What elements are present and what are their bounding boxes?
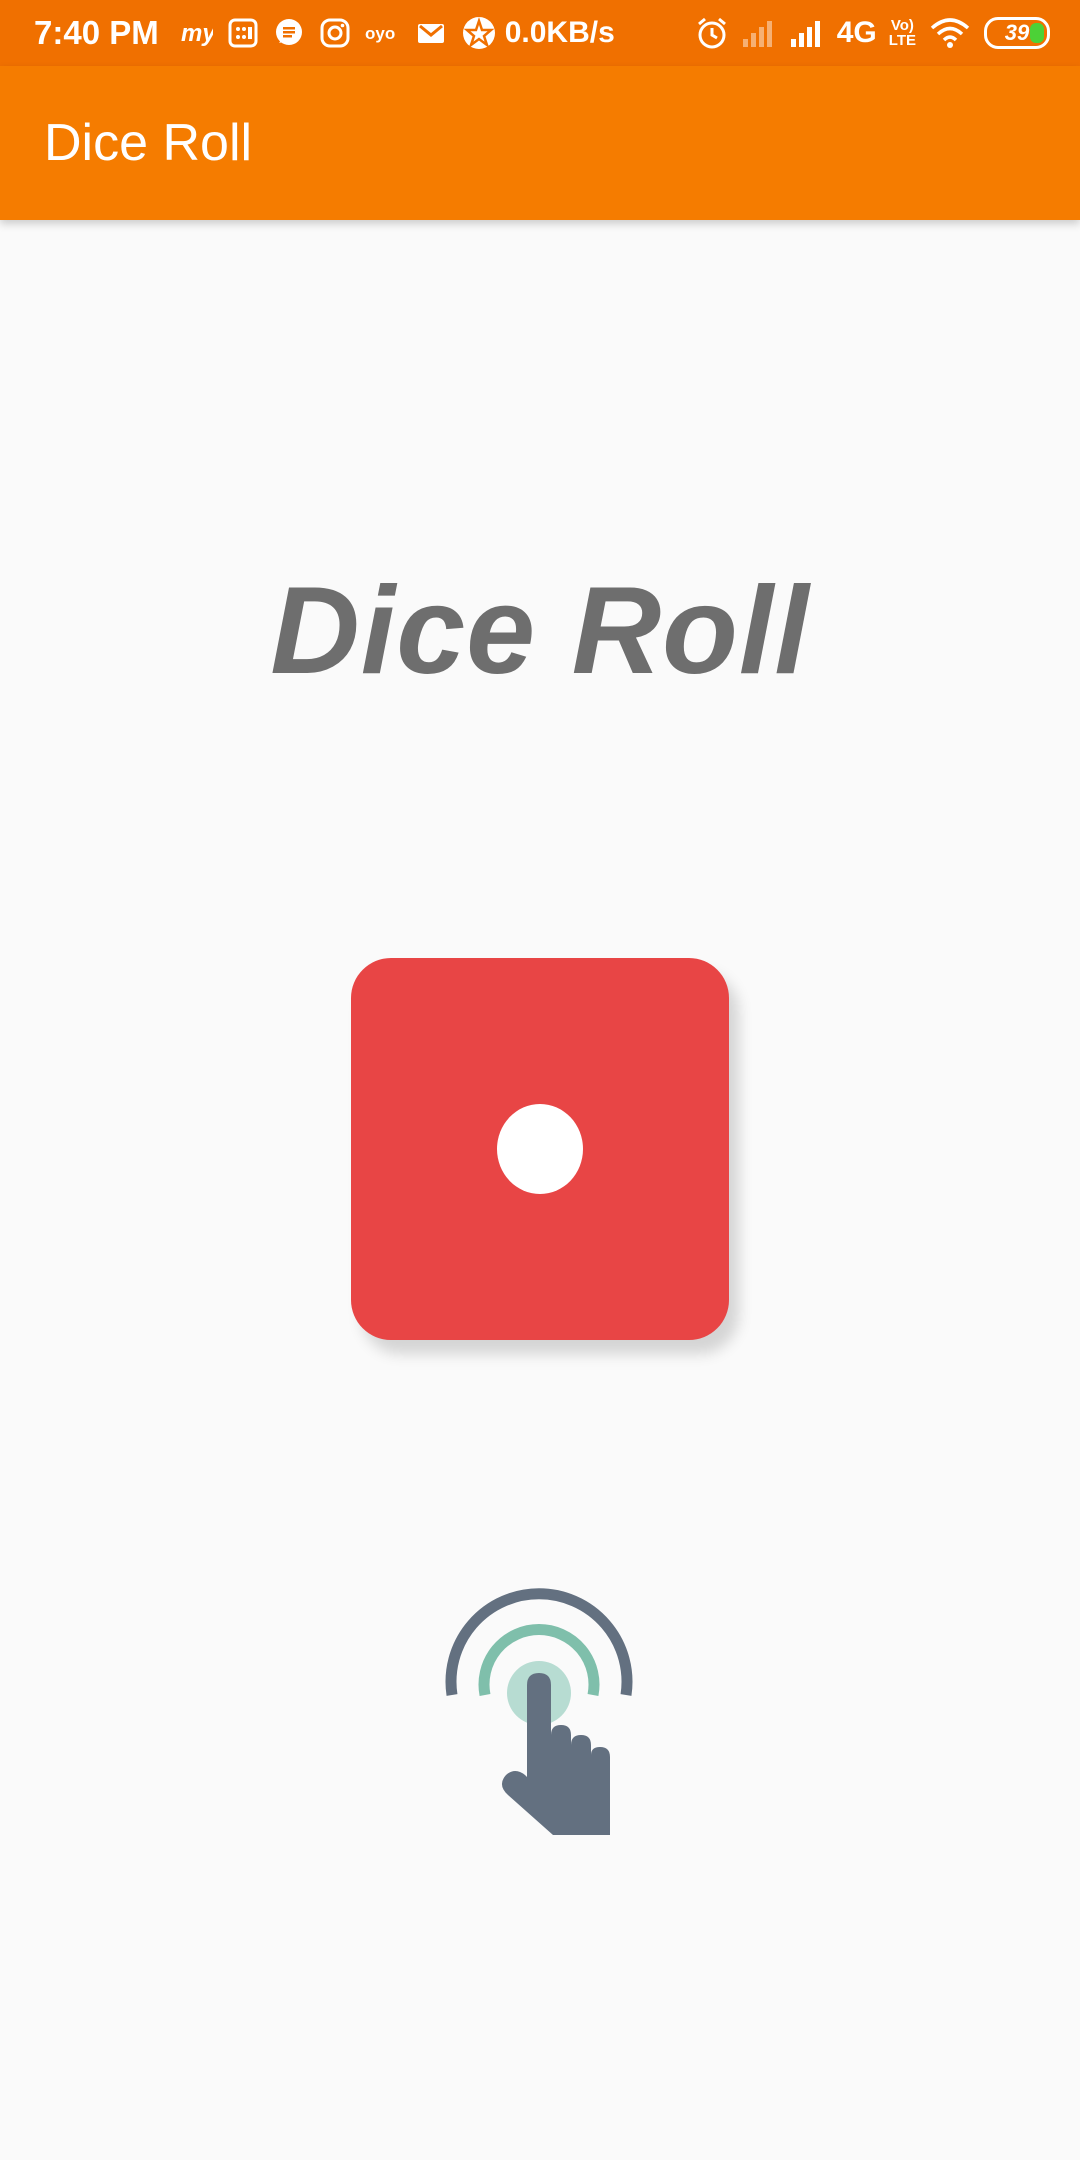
app-bar-title: Dice Roll <box>44 114 253 172</box>
battery-fill <box>1030 23 1044 43</box>
network-type: 4G <box>836 16 877 49</box>
tap-icon[interactable] <box>430 1585 650 1840</box>
page-title: Dice Roll <box>270 562 810 700</box>
svg-text:oyo: oyo <box>365 24 395 43</box>
svg-text:my: my <box>181 20 213 47</box>
alarm-icon <box>695 13 729 53</box>
battery-icon: 39 <box>984 17 1050 49</box>
messages-icon <box>273 13 305 53</box>
instagram-icon <box>319 13 351 53</box>
signal-weak-icon <box>741 13 777 53</box>
app-bar: Dice Roll <box>0 66 1080 220</box>
volte-bottom: LTE <box>888 32 916 49</box>
net-speed: 0.0KB/s <box>504 16 615 49</box>
myntra-icon: my <box>179 13 213 53</box>
dice-pip <box>497 1104 583 1194</box>
status-bar: 7:40 PM my oyo 0.0KB/s 4G Vo) LTE 39 <box>0 0 1080 66</box>
dice-button[interactable] <box>351 958 729 1340</box>
volte-indicator: Vo) LTE <box>889 18 916 48</box>
app-icon <box>461 13 497 53</box>
system-icons: 4G Vo) LTE 39 <box>695 13 1050 53</box>
calculator-icon <box>227 13 259 53</box>
status-time: 7:40 PM <box>34 14 159 51</box>
battery-level: 39 <box>1004 20 1030 45</box>
signal-icon <box>789 13 825 53</box>
gmail-icon <box>415 13 447 53</box>
oyo-icon: oyo <box>365 13 401 53</box>
notification-icons: my oyo <box>179 13 497 53</box>
wifi-icon <box>928 13 972 53</box>
